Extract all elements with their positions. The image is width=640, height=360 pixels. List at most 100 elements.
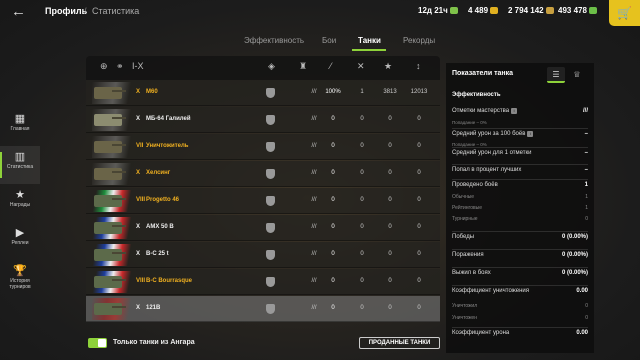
winrate-column-icon[interactable]: ⁄: [330, 61, 332, 71]
tank-icon: [94, 276, 126, 288]
stat-label: Попал в процент лучших: [452, 167, 522, 173]
tank-name: AMX 50 B: [146, 224, 174, 230]
cell-winrate: 0: [331, 251, 335, 257]
breadcrumb-profile[interactable]: Профиль: [45, 6, 87, 16]
stat-value: 0 (0.00%): [561, 252, 588, 258]
trophy-view-icon[interactable]: ♕: [568, 67, 586, 83]
mastery-badge-icon: [266, 250, 275, 260]
table-header: ⊕ ⚭ I-X ◈ ♜ ⁄ ✕ ★ ↕: [86, 56, 440, 80]
tank-icon: [94, 168, 126, 180]
stat-value: –: [584, 167, 588, 173]
cell-damage: 0: [388, 224, 392, 230]
sidebar-item-label: Статистика: [6, 164, 34, 170]
divider: [452, 128, 588, 129]
tab-records[interactable]: Рекорды: [403, 36, 435, 45]
stat-row: Коэффициент уничтожения 0.00: [452, 288, 588, 298]
cell-battles: 1: [360, 89, 364, 95]
tab-tanks[interactable]: Танки: [358, 36, 381, 45]
credits-icon: [545, 7, 554, 14]
tank-tier: X: [136, 305, 141, 311]
stat-label: Средний урон для 1 отметки: [452, 150, 532, 156]
credits-counter[interactable]: 2 794 142: [508, 6, 554, 15]
sidebar-item-awards[interactable]: ★ Награды: [0, 184, 40, 222]
stat-value: 0.00: [576, 288, 588, 294]
list-view-icon[interactable]: ☰: [547, 67, 565, 83]
premium-icon: [449, 7, 458, 14]
stat-label: Средний урон за 100 боёв i: [452, 131, 534, 137]
table-row[interactable]: X B-C 25 t///0 0 0 0: [86, 242, 440, 268]
stat-label: Турнирные: [452, 216, 478, 222]
cell-winrate: 0: [331, 224, 335, 230]
tank-name: Уничтожитель: [146, 143, 189, 149]
shop-button[interactable]: 🛒: [609, 0, 640, 26]
table-row[interactable]: X МБ-64 Галилей///0 0 0 0: [86, 107, 440, 133]
table-row[interactable]: X AMX 50 B///0 0 0 0: [86, 215, 440, 241]
nation-filter-icon[interactable]: ⚭: [116, 61, 124, 72]
table-row[interactable]: VII Уничтожитель///0 0 0 0: [86, 134, 440, 160]
stat-row: Отметки мастерства i ///: [452, 108, 588, 118]
tank-name: Progetto 46: [146, 197, 180, 203]
cell-damage: 0: [388, 197, 392, 203]
tank-tier: X: [136, 116, 141, 122]
mastery-badge-icon: [266, 142, 275, 152]
filter-icon[interactable]: ⊕: [100, 61, 108, 72]
stat-row: Уничтожил 0: [452, 303, 588, 313]
tank-name: М60: [146, 89, 158, 95]
tank-tier: X: [136, 170, 141, 176]
premium-counter[interactable]: 12д 21ч: [418, 6, 458, 15]
tank-name: Хелсинг: [146, 170, 171, 176]
info-icon[interactable]: i: [511, 108, 518, 114]
sidebar-item-replays[interactable]: ▶ Реплеи: [0, 222, 40, 260]
cell-xp: 0: [417, 224, 421, 230]
table-row[interactable]: X 121B///0 0 0 0: [86, 296, 440, 322]
mastery-badge-icon: [266, 277, 275, 287]
divider: [452, 327, 588, 328]
stat-row: Победы 0 (0.00%): [452, 234, 588, 244]
table-row[interactable]: X М60///100% 1 3813 12013: [86, 80, 440, 106]
panel-title: Показатели танка: [452, 70, 514, 77]
cell-winrate: 0: [331, 278, 335, 284]
tank-name: B-C 25 t: [146, 251, 169, 257]
table-row[interactable]: VIII Progetto 46///0 0 0 0: [86, 188, 440, 214]
info-icon[interactable]: i: [527, 131, 534, 137]
tank-name: B-C Bourrasque: [146, 278, 193, 284]
back-arrow-icon[interactable]: ←: [11, 3, 26, 20]
table-row[interactable]: X Хелсинг///0 0 0 0: [86, 161, 440, 187]
stat-label: Коэффициент урона: [452, 330, 510, 336]
sidebar-item-statistics[interactable]: ▥ Статистика: [0, 146, 40, 184]
sidebar-item-tournaments[interactable]: 🏆 История турниров: [0, 260, 40, 298]
cell-xp: 0: [417, 305, 421, 311]
tier-filter[interactable]: I-X: [132, 61, 144, 71]
kills-column-icon[interactable]: ✕: [357, 61, 365, 72]
stat-row: Уничтожен 0: [452, 315, 588, 325]
sort-icon[interactable]: ↕: [416, 61, 421, 71]
stat-row: Рейтинговые 1: [452, 205, 588, 215]
cell-winrate: 100%: [325, 89, 341, 95]
table-row[interactable]: VIII B-C Bourrasque///0 0 0 0: [86, 269, 440, 295]
sold-tanks-button[interactable]: ПРОДАННЫЕ ТАНКИ: [359, 337, 440, 349]
free-xp-counter[interactable]: 493 478: [558, 6, 597, 15]
cell-battles: 0: [360, 305, 364, 311]
stat-value: 0 (0.00%): [561, 270, 588, 276]
mastery-column-icon[interactable]: ◈: [268, 61, 275, 72]
mastery-badge-icon: [266, 304, 275, 314]
tab-battles[interactable]: Бои: [322, 36, 336, 45]
cell-xp: 0: [417, 170, 421, 176]
cell-xp: 0: [417, 251, 421, 257]
cell-xp: 0: [417, 197, 421, 203]
cell-battles: 0: [360, 170, 364, 176]
gold-counter[interactable]: 4 489: [468, 6, 499, 15]
divider: [452, 147, 588, 148]
sidebar-item-home[interactable]: ▦ Главная: [0, 108, 40, 146]
cell-winrate: 0: [331, 305, 335, 311]
mastery-badge-icon: [266, 223, 275, 233]
stat-label: Победы: [452, 234, 475, 240]
damage-column-icon[interactable]: ★: [384, 61, 392, 72]
stat-label: Поражения: [452, 252, 484, 258]
divider: [452, 164, 588, 165]
tab-efficiency[interactable]: Эффективность: [244, 36, 304, 45]
class-column-icon[interactable]: ♜: [299, 61, 307, 72]
cell-winrate: 0: [331, 197, 335, 203]
cart-icon: 🛒: [617, 6, 632, 20]
hangar-only-toggle[interactable]: [88, 338, 107, 348]
